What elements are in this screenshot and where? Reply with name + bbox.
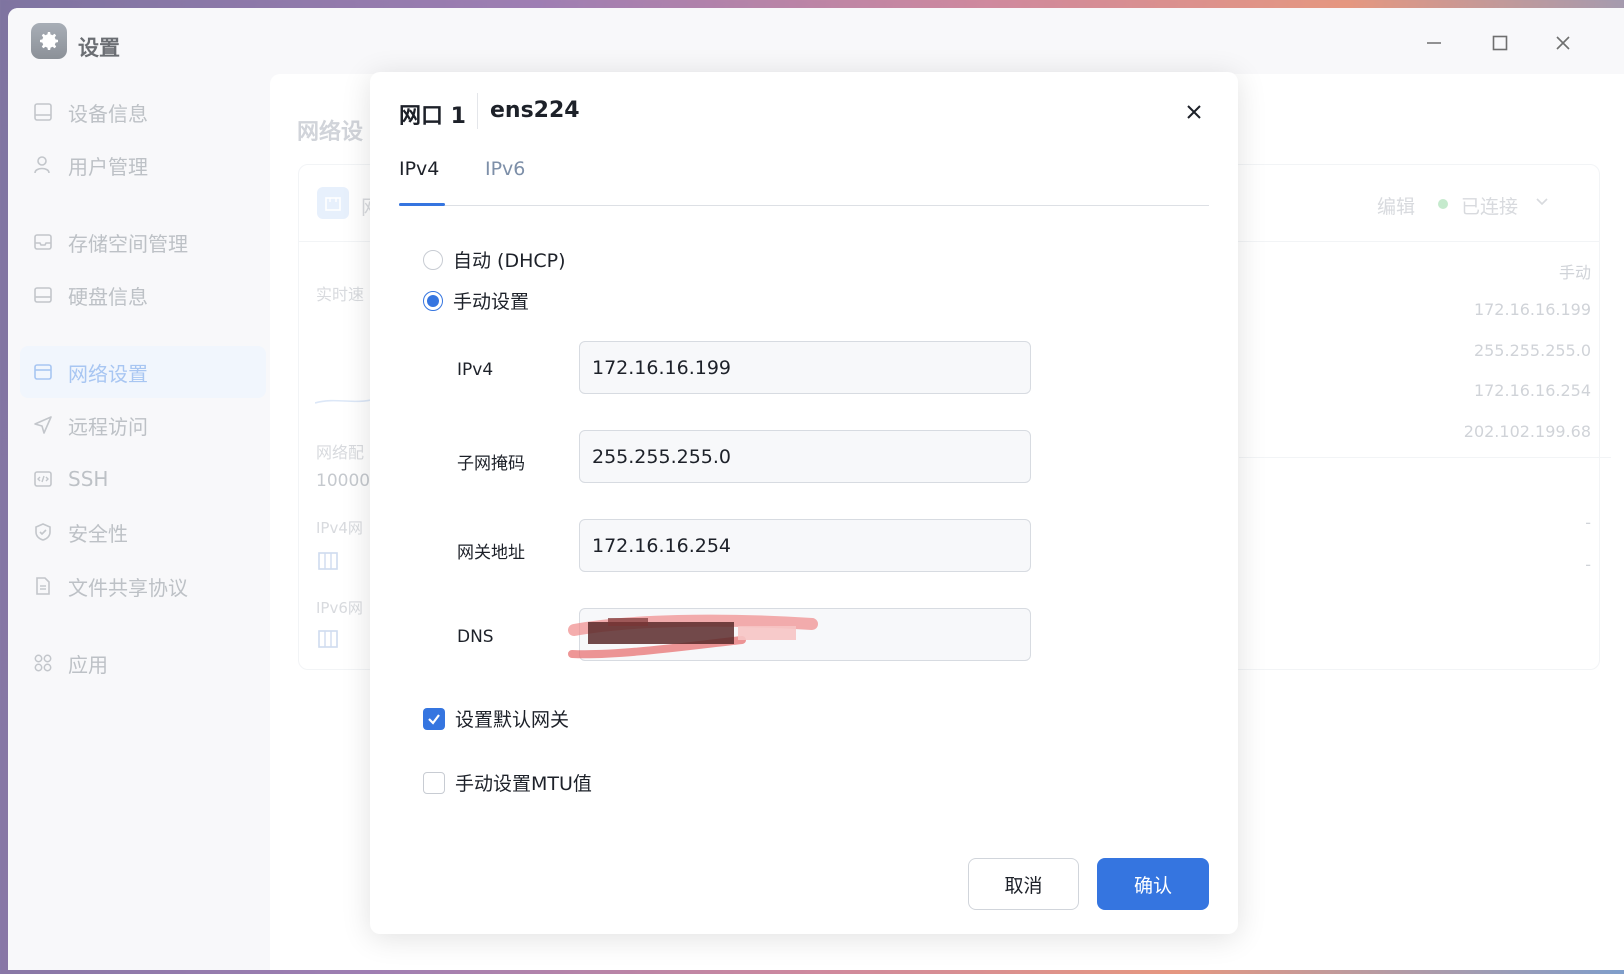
- dialog-close-button[interactable]: [1178, 96, 1210, 128]
- gateway-input[interactable]: 172.16.16.254: [579, 519, 1031, 572]
- dns-label: DNS: [457, 627, 494, 647]
- cancel-button[interactable]: 取消: [968, 858, 1079, 910]
- gateway-label: 网关地址: [457, 543, 525, 563]
- checkbox-checked-icon[interactable]: [423, 707, 445, 730]
- radio-auto-dhcp-label: 自动 (DHCP): [453, 250, 566, 272]
- active-tab-indicator: [399, 203, 445, 206]
- radio-auto-dhcp-circle[interactable]: [423, 249, 443, 270]
- dialog-title-interface: ens224: [490, 98, 580, 123]
- subnet-mask-input[interactable]: 255.255.255.0: [579, 430, 1031, 483]
- checkbox-unchecked-icon[interactable]: [423, 771, 445, 794]
- manual-mtu-label: 手动设置MTU值: [455, 773, 592, 795]
- close-icon: [1187, 105, 1201, 119]
- subnet-mask-label: 子网掩码: [457, 454, 525, 474]
- radio-manual[interactable]: 手动设置: [423, 287, 529, 314]
- ipv4-input[interactable]: 172.16.16.199: [579, 341, 1031, 394]
- ipv4-label: IPv4: [457, 360, 494, 380]
- tab-ipv6[interactable]: IPv6: [485, 158, 525, 180]
- radio-manual-circle[interactable]: [423, 290, 443, 311]
- dns-redaction: [568, 614, 818, 659]
- radio-manual-label: 手动设置: [453, 291, 530, 313]
- manual-mtu-checkbox[interactable]: 手动设置MTU值: [423, 769, 592, 796]
- network-port-dialog: 网口 1 ens224 IPv4 IPv6 自动 (DHCP) 手动设置 IPv…: [370, 72, 1238, 934]
- confirm-button[interactable]: 确认: [1097, 858, 1209, 910]
- default-gateway-checkbox[interactable]: 设置默认网关: [423, 705, 569, 732]
- default-gateway-label: 设置默认网关: [455, 709, 570, 731]
- dialog-title-port: 网口 1: [399, 104, 466, 129]
- radio-auto-dhcp[interactable]: 自动 (DHCP): [423, 246, 566, 273]
- title-divider: [477, 93, 478, 129]
- tab-bar-divider: [399, 205, 1209, 206]
- tab-ipv4[interactable]: IPv4: [399, 158, 439, 180]
